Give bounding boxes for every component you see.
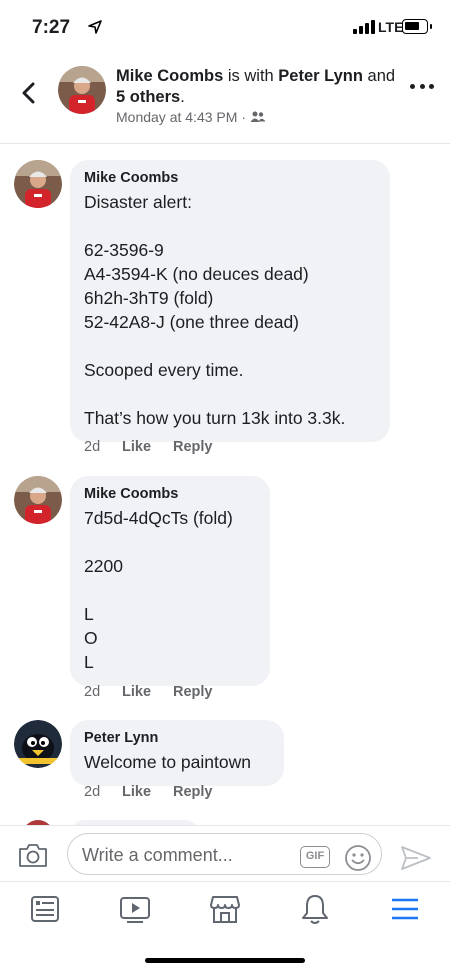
friends-audience-icon	[250, 111, 266, 122]
title-period: .	[180, 88, 185, 106]
comment-text: Welcome to paintown	[84, 752, 251, 772]
emoji-icon[interactable]	[344, 844, 372, 872]
status-bar: 7:27 LTE	[0, 0, 450, 52]
signal-icon	[353, 20, 375, 34]
comment-age: 2d	[84, 439, 101, 455]
comment-placeholder: Write a comment...	[82, 845, 233, 865]
author-avatar[interactable]	[58, 66, 106, 114]
comment-bubble[interactable]: Mike Coombs 7d5d-4dQcTs (fold) 2200 L O …	[70, 476, 270, 686]
meta-separator: ·	[241, 109, 247, 125]
commenter-avatar[interactable]	[14, 720, 62, 768]
comment-actions: 2d Like Reply	[84, 684, 213, 700]
commenter-avatar[interactable]	[14, 160, 62, 208]
reply-button[interactable]: Reply	[173, 684, 213, 700]
comment-composer: Write a comment... GIF	[0, 825, 450, 881]
comment-age: 2d	[84, 684, 101, 700]
post-title: Mike Coombs is with Peter Lynn and 5 oth…	[116, 66, 396, 108]
author-name[interactable]: Mike Coombs	[116, 67, 223, 85]
comment-bubble[interactable]: Mike Coombs Disaster alert: 62-3596-9 A4…	[70, 160, 390, 442]
more-options-icon[interactable]	[410, 84, 434, 92]
comment-actions: 2d Like Reply	[84, 439, 213, 455]
watch-video-icon[interactable]	[118, 892, 152, 926]
with-text: is with	[223, 67, 279, 85]
location-arrow-icon	[88, 20, 102, 34]
menu-hamburger-icon[interactable]	[388, 892, 422, 926]
camera-icon[interactable]	[18, 842, 48, 868]
like-button[interactable]: Like	[122, 784, 173, 800]
tagged-name[interactable]: Peter Lynn	[278, 67, 363, 85]
gif-button[interactable]: GIF	[300, 846, 330, 868]
comment-age: 2d	[84, 784, 101, 800]
like-button[interactable]: Like	[122, 439, 173, 455]
comment-input[interactable]: Write a comment...	[67, 833, 382, 875]
comment-text: 7d5d-4dQcTs (fold) 2200 L O L	[84, 508, 233, 672]
comment-bubble[interactable]: Peter Lynn Welcome to paintown	[70, 720, 284, 786]
and-text: and	[362, 67, 396, 85]
news-feed-icon[interactable]	[28, 892, 62, 926]
marketplace-icon[interactable]	[208, 892, 242, 926]
others-link[interactable]: 5 others	[116, 88, 180, 106]
notifications-bell-icon[interactable]	[298, 892, 332, 926]
like-button[interactable]: Like	[122, 684, 173, 700]
reply-button[interactable]: Reply	[173, 784, 213, 800]
post-timestamp[interactable]: Monday at 4:43 PM	[116, 109, 237, 125]
back-arrow-icon[interactable]	[14, 78, 44, 108]
post-header: Mike Coombs is with Peter Lynn and 5 oth…	[0, 56, 450, 144]
commenter-avatar[interactable]	[14, 476, 62, 524]
comment-text: Disaster alert: 62-3596-9 A4-3594-K (no …	[84, 192, 346, 428]
commenter-name[interactable]: Peter Lynn	[84, 730, 270, 746]
send-icon[interactable]	[400, 844, 432, 872]
battery-icon	[402, 19, 432, 34]
commenter-name[interactable]: Mike Coombs	[84, 170, 376, 186]
home-indicator	[145, 958, 305, 963]
network-label: LTE	[378, 19, 404, 35]
next-comment-peek	[0, 814, 450, 825]
comment-actions: 2d Like Reply	[84, 784, 213, 800]
status-time: 7:27	[32, 17, 71, 38]
post-meta: Monday at 4:43 PM ·	[116, 109, 266, 125]
reply-button[interactable]: Reply	[173, 439, 213, 455]
commenter-name[interactable]: Mike Coombs	[84, 486, 256, 502]
